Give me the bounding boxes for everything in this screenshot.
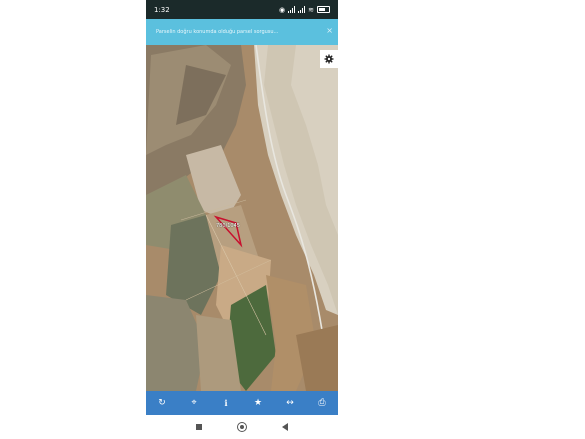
measure-icon: ↔ — [286, 398, 294, 408]
close-icon[interactable]: × — [326, 26, 333, 35]
recents-button[interactable] — [196, 424, 202, 430]
phone-screen: 1:32 ◉ ≋ Parselin doğru konumda olduğu p… — [146, 0, 338, 439]
home-button[interactable] — [237, 422, 247, 432]
status-icons: ◉ ≋ — [279, 6, 330, 14]
status-bar: 1:32 ◉ ≋ — [146, 0, 338, 19]
favorite-button[interactable]: ★ — [250, 395, 266, 411]
info-button[interactable]: i — [218, 395, 234, 411]
notice-text: Parselin doğru konumda olduğu parsel sor… — [156, 29, 279, 35]
parcel-label: 780/1045 — [216, 223, 240, 229]
locate-icon: ⌖ — [191, 398, 197, 408]
refresh-button[interactable]: ↻ — [154, 395, 170, 411]
measure-button[interactable]: ↔ — [282, 395, 298, 411]
back-button[interactable] — [282, 423, 288, 431]
star-icon: ★ — [253, 398, 263, 408]
wifi-icon: ≋ — [308, 5, 314, 14]
refresh-icon: ↻ — [158, 398, 166, 408]
map-imagery — [146, 45, 338, 391]
battery-icon — [317, 6, 330, 13]
info-icon: i — [224, 398, 228, 408]
alarm-icon: ◉ — [279, 5, 286, 14]
notice-banner: Parselin doğru konumda olduğu parsel sor… — [146, 19, 338, 45]
satellite-map[interactable]: 780/1045 — [146, 45, 338, 391]
system-nav-bar — [146, 415, 338, 439]
print-button[interactable]: ⎙ — [314, 395, 330, 411]
map-settings-button[interactable] — [320, 50, 338, 68]
gear-icon — [324, 54, 334, 64]
bottom-toolbar: ↻ ⌖ i ★ ↔ ⎙ — [146, 391, 338, 415]
print-icon: ⎙ — [318, 398, 326, 408]
status-time: 1:32 — [154, 5, 170, 14]
signal-icon — [288, 6, 296, 13]
locate-button[interactable]: ⌖ — [186, 395, 202, 411]
signal-icon-2 — [298, 6, 306, 13]
